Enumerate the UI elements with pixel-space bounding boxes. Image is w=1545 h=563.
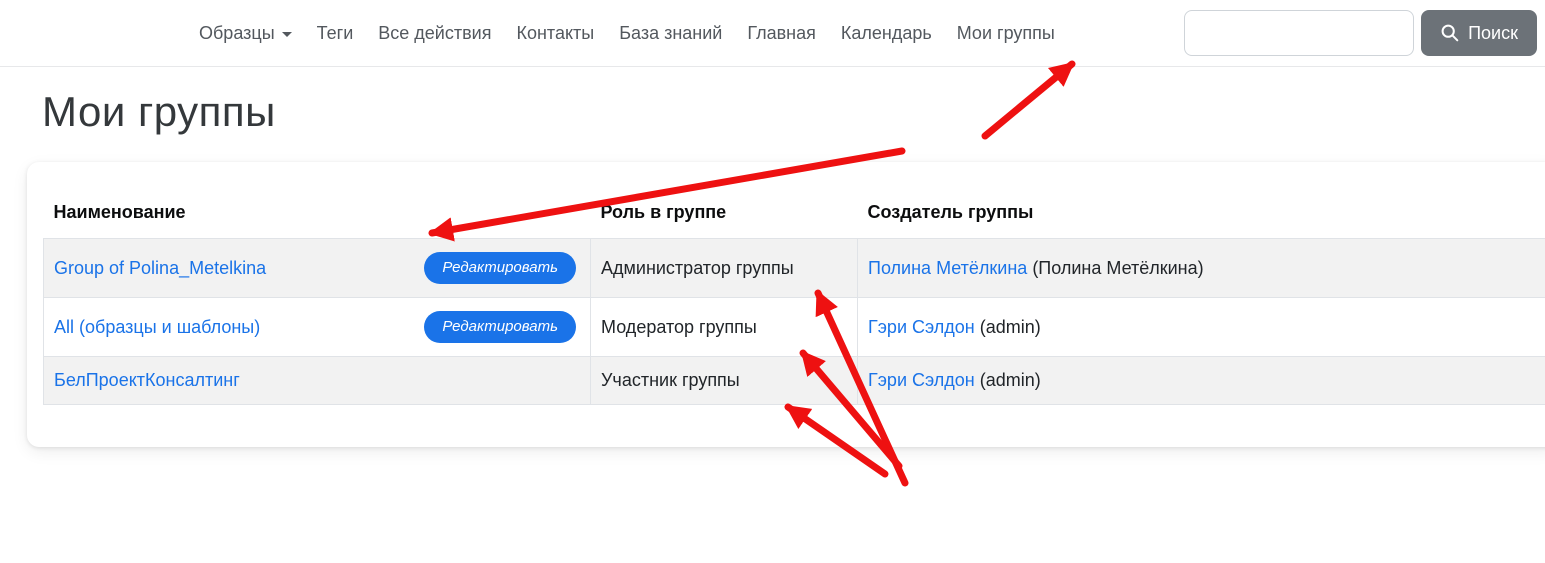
creator-cell: Гэри Сэлдон (admin)	[858, 357, 1545, 405]
creator-link[interactable]: Гэри Сэлдон	[868, 370, 975, 390]
search-icon	[1440, 23, 1460, 43]
group-name-link[interactable]: Group of Polina_Metelkina	[54, 258, 266, 279]
creator-suffix: (Полина Метёлкина)	[1027, 258, 1203, 278]
search-group: Поиск	[1184, 10, 1537, 56]
groups-table: Наименование Роль в группе Создатель гру…	[43, 192, 1545, 405]
table-row: БелПроектКонсалтинг Участник группы Гэри…	[44, 357, 1545, 405]
creator-cell: Полина Метёлкина (Полина Метёлкина)	[858, 239, 1545, 298]
page-title: Мои группы	[42, 88, 1545, 136]
creator-suffix: (admin)	[975, 317, 1041, 337]
creator-cell: Гэри Сэлдон (admin)	[858, 298, 1545, 357]
search-input[interactable]	[1184, 10, 1414, 56]
top-navbar: Образцы Теги Все действия Контакты База …	[0, 0, 1545, 67]
table-header-row: Наименование Роль в группе Создатель гру…	[44, 192, 1545, 239]
role-cell: Администратор группы	[591, 239, 858, 298]
nav-item-samples[interactable]: Образцы	[199, 23, 292, 44]
edit-group-button[interactable]: Редактировать	[424, 252, 576, 284]
nav-item-home[interactable]: Главная	[747, 23, 816, 44]
table-header-name: Наименование	[44, 192, 591, 239]
search-button-label: Поиск	[1468, 23, 1518, 44]
table-header-creator: Создатель группы	[858, 192, 1545, 239]
nav-item-all-actions[interactable]: Все действия	[378, 23, 491, 44]
table-header-role: Роль в группе	[591, 192, 858, 239]
nav-item-knowledge-base[interactable]: База знаний	[619, 23, 722, 44]
group-name-link[interactable]: БелПроектКонсалтинг	[54, 370, 240, 391]
search-button[interactable]: Поиск	[1421, 10, 1537, 56]
edit-group-button[interactable]: Редактировать	[424, 311, 576, 343]
caret-down-icon	[282, 32, 292, 37]
creator-link[interactable]: Полина Метёлкина	[868, 258, 1027, 278]
main-nav: Образцы Теги Все действия Контакты База …	[199, 23, 1055, 44]
groups-card: Наименование Роль в группе Создатель гру…	[27, 162, 1545, 447]
group-name-link[interactable]: All (образцы и шаблоны)	[54, 317, 260, 338]
nav-item-calendar[interactable]: Календарь	[841, 23, 932, 44]
creator-suffix: (admin)	[975, 370, 1041, 390]
nav-item-label: Образцы	[199, 23, 275, 44]
name-cell: БелПроектКонсалтинг	[44, 357, 591, 405]
table-row: Group of Polina_Metelkina Редактировать …	[44, 239, 1545, 298]
nav-item-my-groups[interactable]: Мои группы	[957, 23, 1055, 44]
name-cell: Group of Polina_Metelkina Редактировать	[44, 239, 591, 298]
role-cell: Участник группы	[591, 357, 858, 405]
nav-item-tags[interactable]: Теги	[317, 23, 354, 44]
role-cell: Модератор группы	[591, 298, 858, 357]
creator-link[interactable]: Гэри Сэлдон	[868, 317, 975, 337]
table-row: All (образцы и шаблоны) Редактировать Мо…	[44, 298, 1545, 357]
name-cell: All (образцы и шаблоны) Редактировать	[44, 298, 591, 357]
nav-item-contacts[interactable]: Контакты	[516, 23, 594, 44]
